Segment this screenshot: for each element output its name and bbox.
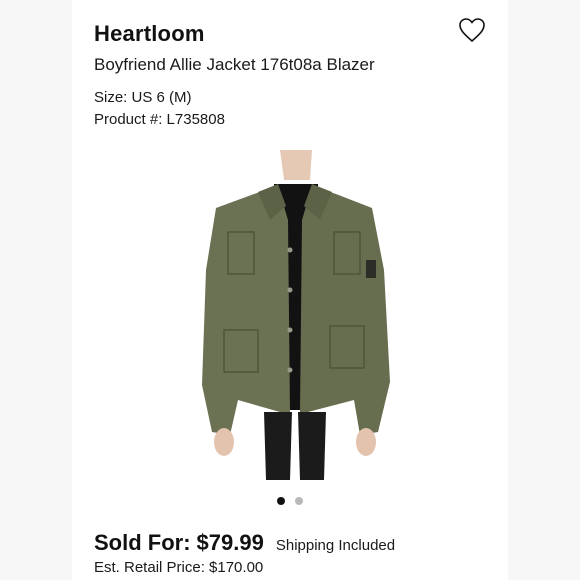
product-number: Product #: L735808 [94, 111, 225, 128]
size-label: Size: US 6 (M) [94, 89, 192, 106]
jacket-left [202, 186, 290, 435]
image-pagination [72, 497, 508, 509]
product-image[interactable] [194, 150, 394, 480]
retail-price: Est. Retail Price: $170.00 [94, 559, 264, 576]
hand-right [356, 428, 376, 456]
legging-left [264, 412, 292, 480]
brand-name[interactable]: Heartloom [94, 21, 205, 47]
product-title: Boyfriend Allie Jacket 176t08a Blazer [94, 55, 375, 74]
jacket-right [300, 186, 390, 435]
sleeve-patch [366, 260, 376, 278]
shipping-note: Shipping Included [275, 537, 396, 554]
product-card: Heartloom Boyfriend Allie Jacket 176t08a… [72, 0, 508, 580]
heart-icon[interactable] [458, 17, 486, 43]
pagination-dot-1[interactable] [277, 497, 285, 505]
sold-for-label: Sold For: [94, 530, 191, 555]
pagination-dot-2[interactable] [295, 497, 303, 505]
sold-price: $79.99 [196, 530, 264, 555]
model-neck [280, 150, 312, 180]
price-row: Sold For: $79.99 Shipping Included [94, 530, 395, 556]
hand-left [214, 428, 234, 456]
legging-right [298, 412, 326, 480]
